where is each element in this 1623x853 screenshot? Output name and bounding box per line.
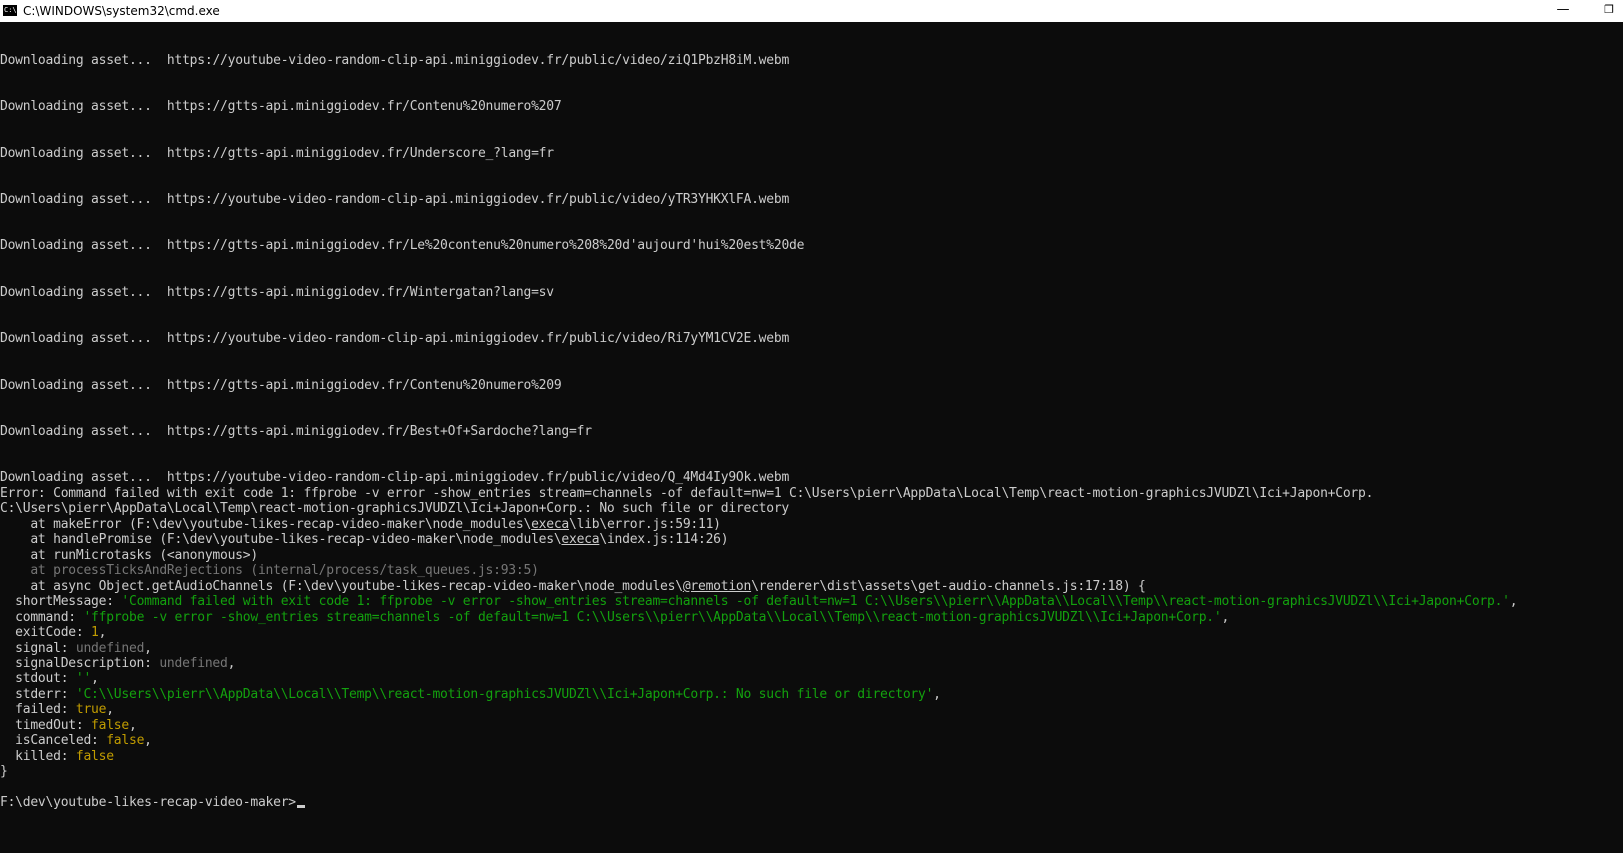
download-prefix: Downloading asset... — [0, 146, 167, 161]
prop-key: timedOut: — [0, 718, 92, 733]
download-line: Downloading asset... https://gtts-api.mi… — [0, 238, 804, 254]
prop-comma: , — [98, 625, 107, 640]
prop-key: signal: — [0, 641, 76, 656]
prop-value: undefined — [159, 656, 228, 671]
prop-key: isCanceled: — [0, 733, 107, 748]
download-prefix: Downloading asset... — [0, 53, 167, 68]
prop-value: 'Command failed with exit code 1: ffprob… — [121, 594, 1510, 609]
stack-frame: at runMicrotasks (<anonymous>) — [0, 548, 258, 563]
prop-comma: , — [1509, 594, 1518, 609]
stack-text: \renderer\dist\assets\get-audio-channels… — [751, 579, 1146, 594]
module-name: execa — [531, 517, 570, 532]
cmd-app-icon[interactable]: C:\ — [3, 5, 17, 16]
download-prefix: Downloading asset... — [0, 285, 167, 300]
download-url: https://gtts-api.miniggiodev.fr/Contenu%… — [166, 378, 562, 393]
error-prop-stderr: stderr: 'C:\\Users\\pierr\\AppData\\Loca… — [0, 687, 941, 703]
prop-key: killed: — [0, 749, 76, 764]
prop-comma: , — [144, 733, 152, 748]
module-name: execa — [561, 532, 600, 547]
prop-value: true — [75, 702, 107, 717]
stack-text: \lib\error.js:59:11) — [569, 517, 721, 532]
terminal-output[interactable]: Downloading asset... https://youtube-vid… — [0, 22, 1623, 853]
error-prop-killed: killed: false — [0, 749, 114, 765]
error-prop-signal: signal: undefined, — [0, 641, 152, 657]
prop-value: undefined — [75, 641, 145, 656]
download-line: Downloading asset... https://youtube-vid… — [0, 192, 789, 208]
stack-text: at async Object.getAudioChannels (F:\dev… — [0, 579, 683, 594]
download-url: https://youtube-video-random-clip-api.mi… — [166, 53, 790, 68]
command-prompt[interactable]: F:\dev\youtube-likes-recap-video-maker> — [0, 795, 305, 811]
error-prop-timed-out: timedOut: false, — [0, 718, 137, 734]
error-message-detail: C:\Users\pierr\AppData\Local\Temp\react-… — [0, 501, 790, 516]
module-name: @remotion — [682, 579, 752, 594]
download-url: https://gtts-api.miniggiodev.fr/Contenu%… — [166, 99, 562, 114]
download-prefix: Downloading asset... — [0, 378, 167, 393]
error-prop-short-message: shortMessage: 'Command failed with exit … — [0, 594, 1517, 610]
download-prefix: Downloading asset... — [0, 99, 167, 114]
prop-key: signalDescription: — [0, 656, 160, 671]
prop-key: stderr: — [0, 687, 76, 702]
download-url: https://gtts-api.miniggiodev.fr/Undersco… — [166, 146, 554, 161]
error-prop-signal-description: signalDescription: undefined, — [0, 656, 235, 672]
prop-key: failed: — [0, 702, 76, 717]
download-line: Downloading asset... https://youtube-vid… — [0, 470, 789, 486]
title-bar[interactable]: C:\ C:\WINDOWS\system32\cmd.exe — ❐ — [0, 0, 1623, 22]
download-url: https://gtts-api.miniggiodev.fr/Le%20con… — [166, 238, 805, 253]
error-message: Error: Command failed with exit code 1: … — [0, 486, 1374, 501]
download-url: https://gtts-api.miniggiodev.fr/Winterga… — [166, 285, 554, 300]
download-prefix: Downloading asset... — [0, 238, 167, 253]
download-line: Downloading asset... https://gtts-api.mi… — [0, 285, 554, 301]
prop-comma: , — [106, 702, 114, 717]
minimize-button[interactable]: — — [1540, 0, 1586, 22]
prompt-text: F:\dev\youtube-likes-recap-video-maker> — [0, 795, 296, 810]
prop-key: stdout: — [0, 671, 76, 686]
prop-comma: , — [933, 687, 941, 702]
download-url: https://youtube-video-random-clip-api.mi… — [166, 470, 790, 485]
download-url: https://youtube-video-random-clip-api.mi… — [166, 331, 790, 346]
prop-value: false — [75, 749, 114, 764]
download-prefix: Downloading asset... — [0, 331, 167, 346]
error-prop-exit-code: exitCode: 1, — [0, 625, 106, 641]
prop-value: false — [106, 733, 145, 748]
download-prefix: Downloading asset... — [0, 470, 167, 485]
prop-comma: , — [227, 656, 236, 671]
prop-comma: , — [91, 671, 99, 686]
prop-value: 1 — [91, 625, 99, 640]
window-title: C:\WINDOWS\system32\cmd.exe — [23, 4, 220, 18]
prop-comma: , — [1221, 610, 1230, 625]
error-prop-is-canceled: isCanceled: false, — [0, 733, 152, 749]
download-prefix: Downloading asset... — [0, 424, 167, 439]
prop-value: 'C:\\Users\\pierr\\AppData\\Local\\Temp\… — [75, 687, 934, 702]
restore-button[interactable]: ❐ — [1586, 0, 1623, 22]
stack-text: at handlePromise (F:\dev\youtube-likes-r… — [0, 532, 562, 547]
error-close-brace: } — [0, 764, 8, 779]
download-url: https://youtube-video-random-clip-api.mi… — [166, 192, 790, 207]
prop-key: exitCode: — [0, 625, 92, 640]
download-prefix: Downloading asset... — [0, 192, 167, 207]
prop-value: false — [91, 718, 129, 733]
download-line: Downloading asset... https://gtts-api.mi… — [0, 146, 554, 162]
download-line: Downloading asset... https://youtube-vid… — [0, 331, 789, 347]
download-line: Downloading asset... https://youtube-vid… — [0, 53, 789, 69]
error-prop-stdout: stdout: '', — [0, 671, 99, 687]
prop-value: '' — [75, 671, 92, 686]
stack-frame: at async Object.getAudioChannels (F:\dev… — [0, 579, 1146, 595]
download-line: Downloading asset... https://gtts-api.mi… — [0, 424, 592, 440]
stack-frame-internal: at processTicksAndRejections (internal/p… — [0, 563, 539, 578]
stack-text: \index.js:114:26) — [599, 532, 729, 547]
download-line: Downloading asset... https://gtts-api.mi… — [0, 99, 562, 115]
prop-key: command: — [0, 610, 84, 625]
stack-frame: at makeError (F:\dev\youtube-likes-recap… — [0, 517, 721, 533]
error-prop-failed: failed: true, — [0, 702, 114, 718]
prop-comma: , — [144, 641, 152, 656]
prop-comma: , — [128, 718, 137, 733]
prop-key: shortMessage: — [0, 594, 122, 609]
error-prop-command: command: 'ffprobe -v error -show_entries… — [0, 610, 1229, 626]
text-cursor — [296, 805, 305, 808]
prop-value: 'ffprobe -v error -show_entries stream=c… — [83, 610, 1222, 625]
stack-text: at makeError (F:\dev\youtube-likes-recap… — [0, 517, 532, 532]
stack-frame: at handlePromise (F:\dev\youtube-likes-r… — [0, 532, 728, 548]
download-line: Downloading asset... https://gtts-api.mi… — [0, 378, 562, 394]
download-url: https://gtts-api.miniggiodev.fr/Best+Of+… — [166, 424, 592, 439]
